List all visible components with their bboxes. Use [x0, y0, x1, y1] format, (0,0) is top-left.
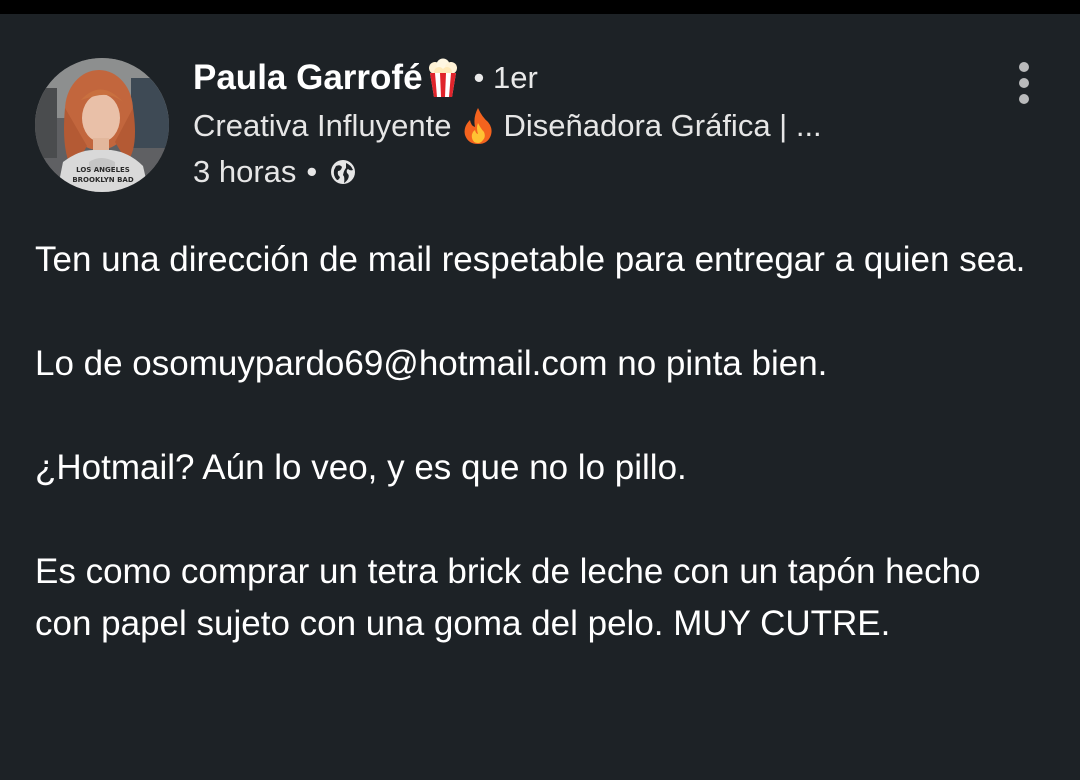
post-body: Ten una dirección de mail respetable par… — [35, 234, 1035, 650]
more-vertical-icon-dot — [1019, 94, 1029, 104]
author-name-row: Paula Garrofé • 1er — [193, 54, 993, 102]
post-paragraph: Ten una dirección de mail respetable par… — [35, 240, 1026, 279]
fire-icon — [463, 107, 493, 145]
connection-degree: • 1er — [473, 60, 538, 95]
more-options-button[interactable] — [1002, 58, 1046, 108]
more-vertical-icon — [1019, 62, 1029, 72]
status-bar — [0, 0, 1080, 14]
avatar-photo: LOS ANGELES BROOKLYN BAD — [35, 58, 169, 192]
author-headline[interactable]: Creativa Influyente Diseñadora Gráfica |… — [193, 102, 993, 150]
avatar[interactable]: LOS ANGELES BROOKLYN BAD — [35, 58, 169, 192]
avatar-shirt-text-1: LOS ANGELES — [76, 166, 130, 174]
post-header: Paula Garrofé • 1er Creativa Influyente — [193, 54, 993, 194]
author-name[interactable]: Paula Garrofé — [193, 58, 423, 98]
meta-separator: • — [306, 154, 318, 189]
post-paragraph: Es como comprar un tetra brick de leche … — [35, 552, 981, 643]
avatar-shirt-text-2: BROOKLYN BAD — [72, 176, 134, 184]
headline-start: Creativa Influyente — [193, 108, 452, 143]
more-vertical-icon-dot — [1019, 78, 1029, 88]
popcorn-icon — [426, 58, 460, 98]
headline-end: Diseñadora Gráfica | ... — [503, 108, 822, 143]
post-paragraph: ¿Hotmail? Aún lo veo, y es que no lo pil… — [35, 448, 687, 487]
post-paragraph: Lo de osomuypardo69@hotmail.com no pinta… — [35, 344, 828, 383]
globe-icon — [329, 158, 357, 186]
post-meta: 3 horas • — [193, 150, 993, 194]
post-timestamp: 3 horas — [193, 154, 297, 189]
feed-post: LOS ANGELES BROOKLYN BAD Paula Garrofé •… — [0, 14, 1080, 780]
